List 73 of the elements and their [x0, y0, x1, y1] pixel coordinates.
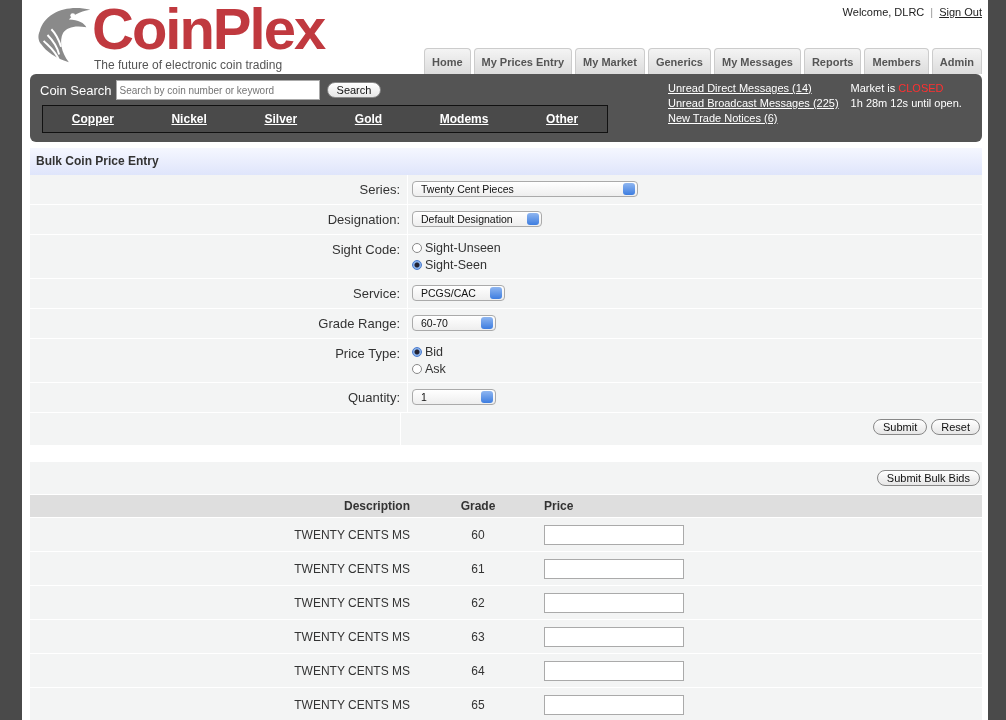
countdown: 1h 28m 12s until open.	[850, 97, 962, 109]
category-link[interactable]: Gold	[354, 112, 383, 126]
field-label: Series:	[30, 175, 408, 204]
radio-button[interactable]	[412, 243, 422, 253]
nav-tab[interactable]: Reports	[803, 48, 862, 74]
nav-tab[interactable]: Admin	[931, 48, 982, 74]
price-field[interactable]	[544, 626, 684, 647]
nav-tab[interactable]: Generics	[647, 48, 711, 74]
dropdown[interactable]: 1	[412, 389, 496, 405]
radio-label: Bid	[425, 345, 444, 359]
table-cell-text: 64	[470, 663, 486, 678]
table-cell-text: TWENTY CENTS MS	[293, 595, 411, 610]
column-header: Description	[343, 499, 411, 513]
search-label: Coin Search	[40, 82, 112, 98]
table-cell-text: TWENTY CENTS MS	[293, 561, 411, 576]
table-cell-text: TWENTY CENTS MS	[293, 527, 411, 542]
search-field[interactable]: Search by coin number or keyword	[115, 80, 320, 100]
radio-button[interactable]	[412, 364, 422, 374]
radio-label: Ask	[425, 362, 446, 376]
field-label: Quantity:	[30, 383, 408, 412]
field-label: Service:	[30, 279, 408, 308]
notice-link[interactable]: New Trade Notices (6)	[668, 112, 839, 124]
table-cell-text: 60	[470, 527, 486, 542]
notice-link[interactable]: Unread Direct Messages (14)	[668, 82, 839, 94]
nav-tab[interactable]: My Messages	[713, 48, 801, 74]
radio-label: Sight-Seen	[425, 258, 487, 272]
tagline: The future of electronic coin trading	[94, 58, 284, 72]
radio-button[interactable]	[412, 260, 422, 270]
field-label: Sight Code:	[30, 235, 408, 278]
table-cell-text: TWENTY CENTS MS	[293, 697, 411, 712]
nav-tab[interactable]: Home	[423, 48, 471, 74]
category-link[interactable]: Copper	[71, 112, 114, 126]
nav-tab[interactable]: My Prices Entry	[473, 48, 573, 74]
table-cell-text: TWENTY CENTS MS	[293, 629, 411, 644]
price-field[interactable]	[544, 558, 684, 579]
price-field[interactable]	[544, 660, 684, 681]
category-link[interactable]: Modems	[439, 112, 489, 126]
table-cell-text: 63	[470, 629, 486, 644]
dropdown[interactable]: Default Designation	[412, 211, 542, 227]
search-button[interactable]: Search	[326, 82, 382, 98]
submit-bulk-bids-button[interactable]: Submit Bulk Bids	[876, 470, 980, 486]
nav-tab[interactable]: Members	[864, 48, 929, 74]
table-cell-text: 62	[470, 595, 486, 610]
dropdown[interactable]: 60-70	[412, 315, 496, 331]
separator: |	[930, 6, 934, 18]
category-link[interactable]: Nickel	[171, 112, 207, 126]
table-cell-text: 65	[470, 697, 486, 712]
field-label: Price Type:	[30, 339, 408, 382]
notice-link[interactable]: Unread Broadcast Messages (225)	[668, 97, 839, 109]
section-title: Bulk Coin Price Entry	[30, 148, 982, 175]
price-field[interactable]	[544, 694, 684, 715]
site-logo[interactable]: CoinPlex	[92, 2, 325, 56]
category-link[interactable]: Other	[546, 112, 579, 126]
table-cell-text: 61	[470, 561, 486, 576]
market-label: Market is	[850, 82, 896, 94]
field-label: Grade Range:	[30, 309, 408, 338]
welcome-text: Welcome, DLRC	[842, 6, 925, 18]
category-link[interactable]: Silver	[264, 112, 298, 126]
table-cell-text: TWENTY CENTS MS	[293, 663, 411, 678]
nav-tab[interactable]: My Market	[575, 48, 645, 74]
sign-out-link[interactable]: Sign Out	[939, 6, 982, 18]
dropdown[interactable]: Twenty Cent Pieces	[412, 181, 638, 197]
field-label: Designation:	[30, 205, 408, 234]
radio-label: Sight-Unseen	[425, 241, 501, 255]
dropdown[interactable]: PCGS/CAC	[412, 285, 505, 301]
price-field[interactable]	[544, 524, 684, 545]
radio-button[interactable]	[412, 347, 422, 357]
price-field[interactable]	[544, 592, 684, 613]
market-status: CLOSED	[898, 82, 944, 94]
column-header: Grade	[459, 499, 497, 513]
column-header: Price	[543, 499, 575, 513]
form-button[interactable]: Reset	[931, 419, 980, 435]
form-button[interactable]: Submit	[873, 419, 928, 435]
